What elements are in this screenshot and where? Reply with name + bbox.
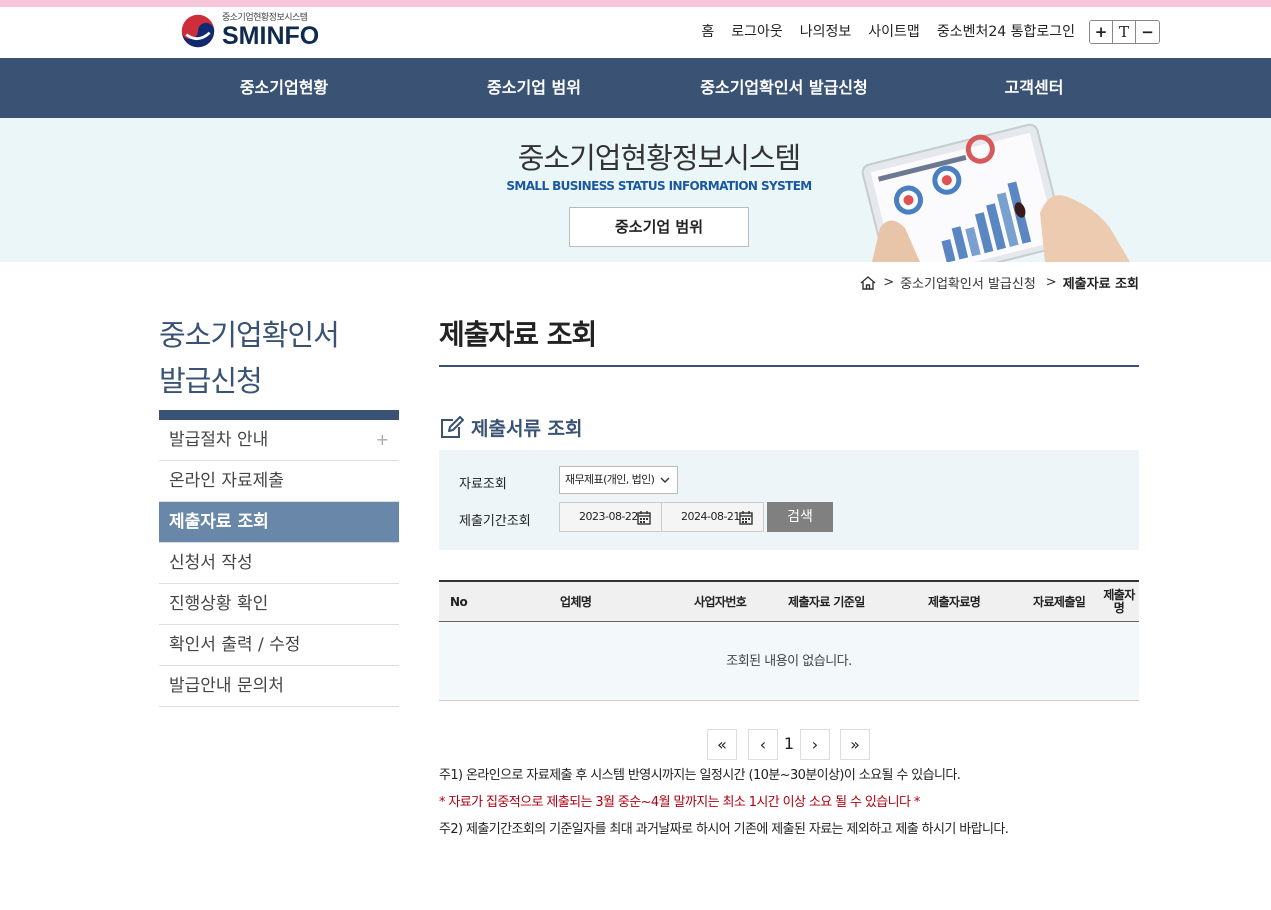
col-submitter-line2: 명 <box>1113 601 1125 615</box>
home-icon[interactable] <box>859 275 877 291</box>
utility-menu: 홈 로그아웃 나의정보 사이트맵 중소벤처24 통합로그인 <box>701 21 1075 41</box>
sidebar-item-submission-lookup[interactable]: 제출자료 조회 <box>159 502 399 543</box>
period-label: 제출기간조회 <box>459 514 531 529</box>
site-logo[interactable]: 중소기업현황정보시스템 SMINFO <box>180 13 319 49</box>
col-business-number: 사업자번호 <box>694 595 747 609</box>
next-page-button[interactable]: › <box>800 729 830 760</box>
type-label: 자료조회 <box>459 477 507 492</box>
section-title: 제출서류 조회 <box>439 414 583 441</box>
empty-message: 조회된 내용이 없습니다. <box>439 622 1139 701</box>
col-submit-date: 자료제출일 <box>1033 595 1086 609</box>
main-navigation: 중소기업현황 중소기업 범위 중소기업확인서 발급신청 고객센터 <box>0 58 1271 118</box>
sidebar-item-certificate-print[interactable]: 확인서 출력 / 수정 <box>159 625 399 666</box>
note-1: 주1) 온라인으로 자료제출 후 시스템 반영시까지는 일정시간 (10분~30… <box>439 768 961 783</box>
sidebar-item-contact[interactable]: 발급안내 문의처 <box>159 666 399 707</box>
document-type-select[interactable]: 재무제표(개인, 법인) <box>559 466 678 494</box>
chevron-down-icon <box>660 467 670 503</box>
table-header: No 업체명 사업자번호 제출자료 기준일 제출자료명 자료제출일 제출자 명 <box>439 582 1139 622</box>
search-button[interactable]: 검색 <box>767 502 833 532</box>
plus-icon[interactable]: + <box>376 420 389 460</box>
note-2: 주2) 제출기간조회의 기준일자를 최대 과거날짜로 하시어 기존에 제출된 자… <box>439 822 1009 837</box>
sidebar-title-line1: 중소기업확인서 <box>159 318 340 352</box>
site-header: 중소기업현황정보시스템 SMINFO 홈 로그아웃 나의정보 사이트맵 중소벤처… <box>0 7 1271 58</box>
util-myinfo-link[interactable]: 나의정보 <box>800 21 852 41</box>
col-submitter: 제출자 명 <box>1102 589 1136 629</box>
search-panel: 자료조회 재무제표(개인, 법인) 제출기간조회 2023-08-22 2024… <box>439 450 1139 550</box>
results-table: No 업체명 사업자번호 제출자료 기준일 제출자료명 자료제출일 제출자 명 … <box>439 580 1139 701</box>
sidebar-item-progress-check[interactable]: 진행상황 확인 <box>159 584 399 625</box>
last-page-button[interactable]: » <box>840 729 870 760</box>
util-integrated-login-link[interactable]: 중소벤처24 통합로그인 <box>937 21 1075 41</box>
sidebar-title: 중소기업확인서 발급신청 <box>159 312 399 404</box>
current-page[interactable]: 1 <box>778 729 800 760</box>
breadcrumb-item[interactable]: 중소기업확인서 발급신청 <box>900 273 1036 292</box>
page-title: 제출자료 조회 <box>439 318 597 351</box>
calendar-icon[interactable] <box>739 511 753 525</box>
chevron-right-icon: > <box>1045 275 1057 290</box>
date-from-input[interactable]: 2023-08-22 <box>559 502 662 532</box>
top-accent-line <box>0 0 1271 7</box>
breadcrumb: > 중소기업확인서 발급신청 > 제출자료 조회 <box>859 273 1139 292</box>
note-warning: * 자료가 집중적으로 제출되는 3월 중순~4월 말까지는 최소 1시간 이상… <box>439 795 920 810</box>
logo-wordmark: SMINFO <box>222 22 320 50</box>
sidebar-item-online-submit[interactable]: 온라인 자료제출 <box>159 461 399 502</box>
font-size-controls: + T − <box>1089 20 1160 44</box>
col-no: No <box>450 595 468 609</box>
date-from-value: 2023-08-22 <box>579 510 638 523</box>
col-reference-date: 제출자료 기준일 <box>788 595 865 609</box>
gnb-customer-center[interactable]: 고객센터 <box>934 58 1134 118</box>
date-to-input[interactable]: 2024-08-21 <box>661 502 764 532</box>
edit-icon <box>441 415 464 438</box>
chevron-right-icon: > <box>883 275 895 290</box>
first-page-button[interactable]: « <box>707 729 737 760</box>
tablet-chart-illustration <box>861 123 1130 262</box>
util-logout-link[interactable]: 로그아웃 <box>731 21 783 41</box>
breadcrumb-current: 제출자료 조회 <box>1062 277 1139 292</box>
font-increase-button[interactable]: + <box>1090 21 1113 43</box>
sidebar-item-application-write[interactable]: 신청서 작성 <box>159 543 399 584</box>
gnb-sme-scope[interactable]: 중소기업 범위 <box>434 58 634 118</box>
sidebar-item-issue-guide[interactable]: 발급절차 안내 + <box>159 420 399 461</box>
calendar-icon[interactable] <box>637 511 651 525</box>
col-document-name: 제출자료명 <box>928 595 981 609</box>
date-to-value: 2024-08-21 <box>681 510 740 523</box>
font-reset-button[interactable]: T <box>1113 21 1136 43</box>
title-divider <box>439 365 1139 367</box>
col-company: 업체명 <box>560 595 592 609</box>
select-value: 재무제표(개인, 법인) <box>565 473 655 486</box>
sidebar-item-label: 발급절차 안내 <box>169 430 269 450</box>
util-sitemap-link[interactable]: 사이트맵 <box>868 21 920 41</box>
taegeuk-logo-icon <box>181 14 215 48</box>
section-title-text: 제출서류 조회 <box>471 418 583 440</box>
font-decrease-button[interactable]: − <box>1136 21 1159 43</box>
sidebar-menu: 발급절차 안내 + 온라인 자료제출 제출자료 조회 신청서 작성 진행상황 확… <box>159 410 399 707</box>
prev-page-button[interactable]: ‹ <box>748 729 778 760</box>
gnb-sme-status[interactable]: 중소기업현황 <box>184 58 384 118</box>
hero-sme-scope-button[interactable]: 중소기업 범위 <box>569 207 749 247</box>
gnb-certificate-apply[interactable]: 중소기업확인서 발급신청 <box>664 58 904 118</box>
sidebar-title-line2: 발급신청 <box>159 364 263 398</box>
hero-banner: 중소기업현황정보시스템 SMALL BUSINESS STATUS INFORM… <box>0 118 1271 262</box>
util-home-link[interactable]: 홈 <box>701 21 714 41</box>
